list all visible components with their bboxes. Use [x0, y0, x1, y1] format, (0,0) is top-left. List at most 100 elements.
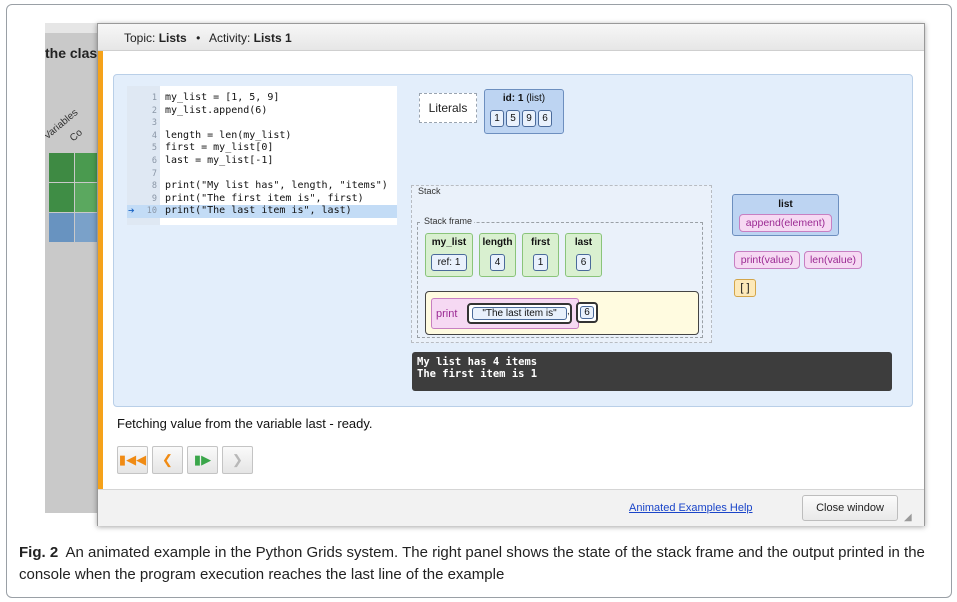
code-line: 8 print("My list has", length, "items") — [127, 180, 397, 193]
line-number: 5 — [151, 143, 157, 154]
code-text: first = my_list[0] — [165, 142, 274, 154]
current-line-arrow-icon: ➔ — [128, 204, 135, 218]
previous-step-button[interactable]: ❮ — [152, 446, 183, 474]
variable-name: length — [482, 237, 513, 248]
variable-name: my_list — [431, 237, 467, 248]
step-controls: ▮◀◀ ❮ ▮▶ ❯ — [117, 446, 253, 474]
empty-list-chip[interactable]: [ ] — [734, 279, 756, 297]
topic-value: Lists — [158, 31, 187, 45]
literals-label: Literals — [419, 93, 477, 123]
method-append-chip[interactable]: append(element) — [739, 214, 832, 232]
code-line: 6 last = my_list[-1] — [127, 155, 397, 168]
call-argument-string: "The last item is" — [467, 303, 572, 324]
dialog-titlebar: Topic: Lists • Activity: Lists 1 — [98, 24, 924, 51]
figure: the class Variables Co Topic: Lists • Ac… — [6, 4, 952, 598]
code-line: 9 print("The first item is", first) — [127, 193, 397, 206]
code-line: 5 first = my_list[0] — [127, 142, 397, 155]
next-icon: ❯ — [232, 452, 243, 467]
background-app-toolbar — [45, 23, 105, 33]
list-object-type: (list) — [526, 93, 546, 104]
list-object-title: id: 1 (list) — [485, 93, 563, 104]
list-object-id: id: 1 — [502, 93, 524, 104]
skip-to-start-icon: ▮◀◀ — [118, 452, 147, 467]
resize-grip-icon[interactable]: ◢ — [904, 512, 918, 526]
line-number: 4 — [151, 130, 157, 141]
first-step-button[interactable]: ▮◀◀ — [117, 446, 148, 474]
activity-label: Activity: — [208, 31, 251, 45]
call-argument-value: "The last item is" — [472, 307, 567, 320]
caption-label: Fig. 2 — [19, 544, 59, 561]
function-call-box: print "The last item is" , 6 — [425, 291, 699, 335]
list-cell: 6 — [538, 110, 552, 127]
function-print-chip[interactable]: print(value) — [734, 251, 800, 269]
status-message: Fetching value from the variable last - … — [117, 416, 373, 431]
caption-text: An animated example in the Python Grids … — [19, 544, 925, 583]
function-len-chip[interactable]: len(value) — [804, 251, 862, 269]
title-separator: • — [196, 31, 201, 45]
animated-example-dialog: Topic: Lists • Activity: Lists 1 1 my_lis… — [97, 23, 925, 526]
print-call: print "The last item is" — [431, 298, 579, 329]
figure-caption: Fig. 2 An animated example in the Python… — [19, 542, 939, 586]
code-line: 7 — [127, 168, 397, 181]
list-cell: 9 — [522, 110, 536, 127]
next-step-button[interactable]: ▮▶ — [187, 446, 218, 474]
topic-label: Topic: — [124, 31, 156, 45]
code-editor: 1 my_list = [1, 5, 9] 2 my_list.append(6) 3 4… — [127, 86, 397, 225]
column-label-co: Co — [67, 127, 85, 144]
code-text: my_list = [1, 5, 9] — [165, 92, 280, 103]
call-argument-number: 6 — [576, 302, 598, 323]
variable-length: length 4 — [479, 233, 516, 277]
step-back-icon: ❮ — [162, 452, 173, 467]
line-number: 2 — [151, 105, 157, 116]
variable-first: first 1 — [522, 233, 559, 277]
variable-my-list: my_list ref: 1 — [425, 233, 473, 277]
call-argument-separator: , — [567, 306, 570, 317]
help-link[interactable]: Animated Examples Help — [629, 502, 753, 514]
code-line: 10 print("The last item is", last) ➔ — [127, 205, 397, 218]
code-line: 3 — [127, 117, 397, 130]
stack-area: Stack Stack frame my_list ref: 1 length … — [411, 185, 712, 343]
code-text: length = len(my_list) — [165, 129, 292, 141]
console-line: My list has 4 items — [417, 356, 538, 368]
output-console: My list has 4 items The first item is 1 — [412, 352, 892, 391]
line-number: 7 — [151, 168, 157, 179]
code-text: last = my_list[-1] — [165, 155, 274, 166]
forward-button[interactable]: ❯ — [222, 446, 253, 474]
stack-frame-label: Stack frame — [422, 216, 475, 226]
variable-name: first — [531, 237, 550, 248]
list-class-title: list — [778, 199, 793, 210]
list-cell: 1 — [490, 110, 504, 127]
visualization-panel: 1 my_list = [1, 5, 9] 2 my_list.append(6) 3 4… — [113, 74, 913, 407]
background-app-title: the class — [45, 45, 105, 61]
activity-value: Lists 1 — [253, 31, 292, 45]
console-line: The first item is 1 — [417, 368, 538, 380]
code-text: my_list.append(6) — [165, 104, 268, 116]
code-text: print("The last item is", last) — [165, 205, 352, 217]
grid-cell[interactable] — [49, 183, 74, 212]
variable-value: ref: 1 — [431, 254, 467, 271]
code-line: 1 my_list = [1, 5, 9] — [127, 92, 397, 105]
stack-frame: Stack frame my_list ref: 1 length 4 firs… — [417, 216, 703, 338]
grid-cell[interactable] — [49, 153, 74, 182]
list-class-palette: list append(element) — [732, 194, 839, 236]
line-number: 8 — [151, 181, 157, 192]
grid-cell[interactable] — [49, 213, 74, 242]
variable-name: last — [574, 237, 593, 248]
variable-value: 1 — [533, 254, 548, 271]
list-cell: 5 — [506, 110, 520, 127]
line-number: 3 — [151, 118, 157, 129]
line-number: 1 — [151, 93, 157, 103]
code-line: 4 length = len(my_list) — [127, 130, 397, 143]
background-app: the class Variables Co — [45, 23, 105, 513]
variable-value: 6 — [576, 254, 591, 271]
code-text: print("My list has", length, "items") — [165, 180, 388, 192]
call-argument-value: 6 — [580, 306, 594, 319]
close-window-button[interactable]: Close window — [802, 495, 898, 521]
variable-last: last 6 — [565, 233, 602, 277]
dialog-footer: Animated Examples Help Close window ◢ — [98, 489, 924, 526]
dialog-body: 1 my_list = [1, 5, 9] 2 my_list.append(6) 3 4… — [103, 51, 924, 489]
list-object: id: 1 (list) 1 5 9 6 — [484, 89, 564, 134]
stack-label: Stack — [416, 186, 443, 196]
code-text: print("The first item is", first) — [165, 192, 364, 204]
list-object-cells: 1 5 9 6 — [490, 110, 552, 127]
